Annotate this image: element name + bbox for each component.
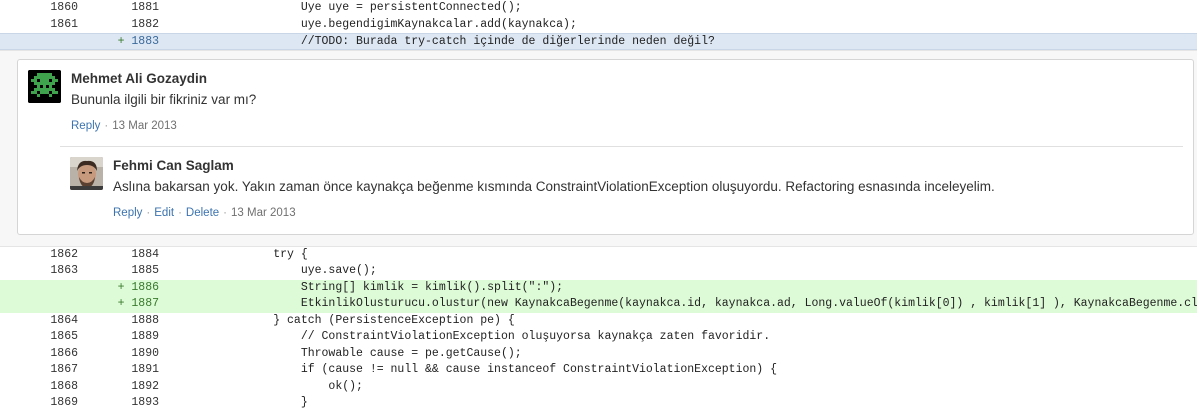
comment: Mehmet Ali Gozaydin Bununla ilgili bir f…	[28, 69, 1183, 133]
comment-author[interactable]: Mehmet Ali Gozaydin	[71, 71, 1183, 87]
added-marker: +	[117, 35, 132, 48]
diff-line-added[interactable]: + 1886 String[] kimlik = kimlik().split(…	[0, 279, 1197, 297]
old-line-number[interactable]	[0, 296, 92, 313]
old-line-number[interactable]: 1867	[0, 362, 92, 379]
code-text: try {	[218, 247, 308, 261]
diff-top-section: 1860 1881 Uye uye = persistentConnected()…	[0, 0, 1197, 50]
comment-thread: Mehmet Ali Gozaydin Bununla ilgili bir f…	[17, 58, 1194, 235]
diff-line[interactable]: 1868 1892 ok();	[0, 379, 1197, 396]
comment: Fehmi Can Saglam Aslına bakarsan yok. Ya…	[70, 156, 1183, 220]
code-text: EtkinlikOlusturucu.olustur(new KaynakcaB…	[218, 297, 1197, 310]
new-line-number-text: 1881	[131, 1, 159, 14]
comment-thread-container: Mehmet Ali Gozaydin Bununla ilgili bir f…	[0, 49, 1197, 247]
diff-view: 1860 1881 Uye uye = persistentConnected()…	[0, 0, 1197, 412]
edit-link[interactable]: Edit	[154, 207, 174, 219]
new-line-number-text: 1892	[131, 379, 159, 393]
old-line-number[interactable]: 1862	[0, 247, 92, 264]
code-text: Uye uye = persistentConnected();	[218, 1, 522, 14]
identicon-icon	[28, 69, 61, 103]
comment-actions: Reply · 13 Mar 2013	[71, 119, 1183, 133]
new-line-number[interactable]: 1889	[92, 329, 182, 346]
new-line-number[interactable]: 1881	[92, 0, 182, 17]
old-line-number[interactable]: 1868	[0, 379, 92, 396]
added-marker: +	[117, 280, 132, 294]
user-photo-icon	[70, 156, 103, 190]
code-text: } catch (PersistenceException pe) {	[218, 313, 515, 327]
code-text: if (cause != null && cause instanceof Co…	[218, 363, 777, 376]
code-text: //TODO: Burada try-catch içinde de diğer…	[218, 35, 715, 48]
old-line-number[interactable]: 1864	[0, 313, 92, 330]
old-line-number[interactable]: 1863	[0, 263, 92, 280]
avatar[interactable]	[70, 156, 103, 190]
comment-author[interactable]: Fehmi Can Saglam	[113, 158, 1183, 174]
comment-text: Aslına bakarsan yok. Yakın zaman önce ka…	[113, 178, 995, 194]
comment-date[interactable]: 13 Mar 2013	[112, 120, 177, 132]
new-line-number[interactable]: + 1883	[92, 34, 182, 49]
reply-link[interactable]: Reply	[113, 207, 142, 219]
separator-dot: ·	[146, 206, 151, 219]
avatar[interactable]	[28, 69, 61, 103]
separator-dot: ·	[178, 206, 182, 219]
code-text: String[] kimlik = kimlik().split(":");	[218, 280, 564, 294]
new-line-number[interactable]: 1888	[92, 313, 182, 330]
old-line-number[interactable]: 1869	[0, 395, 92, 412]
old-line-number[interactable]: 1860	[0, 0, 92, 17]
diff-line[interactable]: 1862 1884 try {	[0, 247, 1197, 264]
old-line-number[interactable]	[0, 34, 92, 49]
code-text: // ConstraintViolationException oluşuyor…	[218, 330, 771, 343]
new-line-number[interactable]: 1890	[92, 346, 182, 363]
reply-thread: Fehmi Can Saglam Aslına bakarsan yok. Ya…	[60, 145, 1183, 220]
diff-line-selected[interactable]: + 1883 //TODO: Burada try-catch içinde d…	[0, 33, 1197, 50]
comment-date[interactable]: 13 Mar 2013	[231, 207, 296, 219]
new-line-number[interactable]: + 1886	[92, 280, 182, 297]
new-line-number-text: 1890	[131, 346, 159, 360]
code-text: uye.begendigimKaynakcalar.add(kaynakca);	[218, 17, 577, 31]
comment-actions: Reply · Edit · Delete · 13 Mar 2013	[113, 206, 1183, 220]
new-line-number-text: 1882	[131, 17, 159, 31]
old-line-number[interactable]: 1861	[0, 17, 92, 34]
new-line-number-text: 1891	[131, 363, 159, 376]
code-text: }	[218, 396, 308, 409]
new-line-number[interactable]: 1891	[92, 362, 182, 379]
diff-line[interactable]: 1860 1881 Uye uye = persistentConnected()…	[0, 0, 1197, 17]
old-line-number[interactable]: 1865	[0, 329, 92, 346]
new-line-number-text: 1893	[131, 396, 159, 409]
new-line-number[interactable]: + 1887	[92, 296, 182, 313]
diff-bottom-section: 1862 1884 try { 1863 1885 uye.save(); + 1886…	[0, 247, 1197, 412]
new-line-number-text: 1887	[131, 297, 159, 310]
new-line-number-text: 1884	[131, 247, 159, 261]
diff-line[interactable]: 1866 1890 Throwable cause = pe.getCause()…	[0, 346, 1197, 363]
new-line-number[interactable]: 1882	[92, 17, 182, 34]
old-line-number[interactable]	[0, 280, 92, 297]
diff-line[interactable]: 1865 1889 // ConstraintViolationException…	[0, 329, 1197, 346]
diff-line[interactable]: 1869 1893 }	[0, 395, 1197, 412]
separator-dot: ·	[223, 206, 228, 219]
code-text: uye.save();	[218, 264, 377, 277]
new-line-number-text: 1889	[131, 330, 159, 343]
new-line-number-text: 1885	[131, 264, 159, 277]
delete-link[interactable]: Delete	[186, 207, 219, 219]
diff-line[interactable]: 1867 1891 if (cause != null && cause inst…	[0, 362, 1197, 379]
comment-text: Bununla ilgili bir fikriniz var mı?	[71, 91, 257, 107]
reply-link[interactable]: Reply	[71, 120, 100, 132]
diff-line[interactable]: 1863 1885 uye.save();	[0, 263, 1197, 280]
diff-line-added[interactable]: + 1887 EtkinlikOlusturucu.olustur(new Ka…	[0, 296, 1197, 313]
new-line-number-text: 1883	[131, 35, 159, 48]
code-text: Throwable cause = pe.getCause();	[218, 346, 522, 360]
diff-line[interactable]: 1861 1882 uye.begendigimKaynakcalar.add(k…	[0, 17, 1197, 34]
new-line-number[interactable]: 1892	[92, 379, 182, 396]
old-line-number[interactable]: 1866	[0, 346, 92, 363]
new-line-number-text: 1888	[131, 313, 159, 327]
diff-line[interactable]: 1864 1888 } catch (PersistenceException p…	[0, 313, 1197, 330]
separator-dot: ·	[104, 119, 109, 132]
code-text: ok();	[218, 379, 363, 393]
added-marker: +	[117, 297, 132, 310]
new-line-number[interactable]: 1885	[92, 263, 182, 280]
new-line-number[interactable]: 1884	[92, 247, 182, 264]
new-line-number[interactable]: 1893	[92, 395, 182, 412]
new-line-number-text: 1886	[131, 280, 159, 294]
